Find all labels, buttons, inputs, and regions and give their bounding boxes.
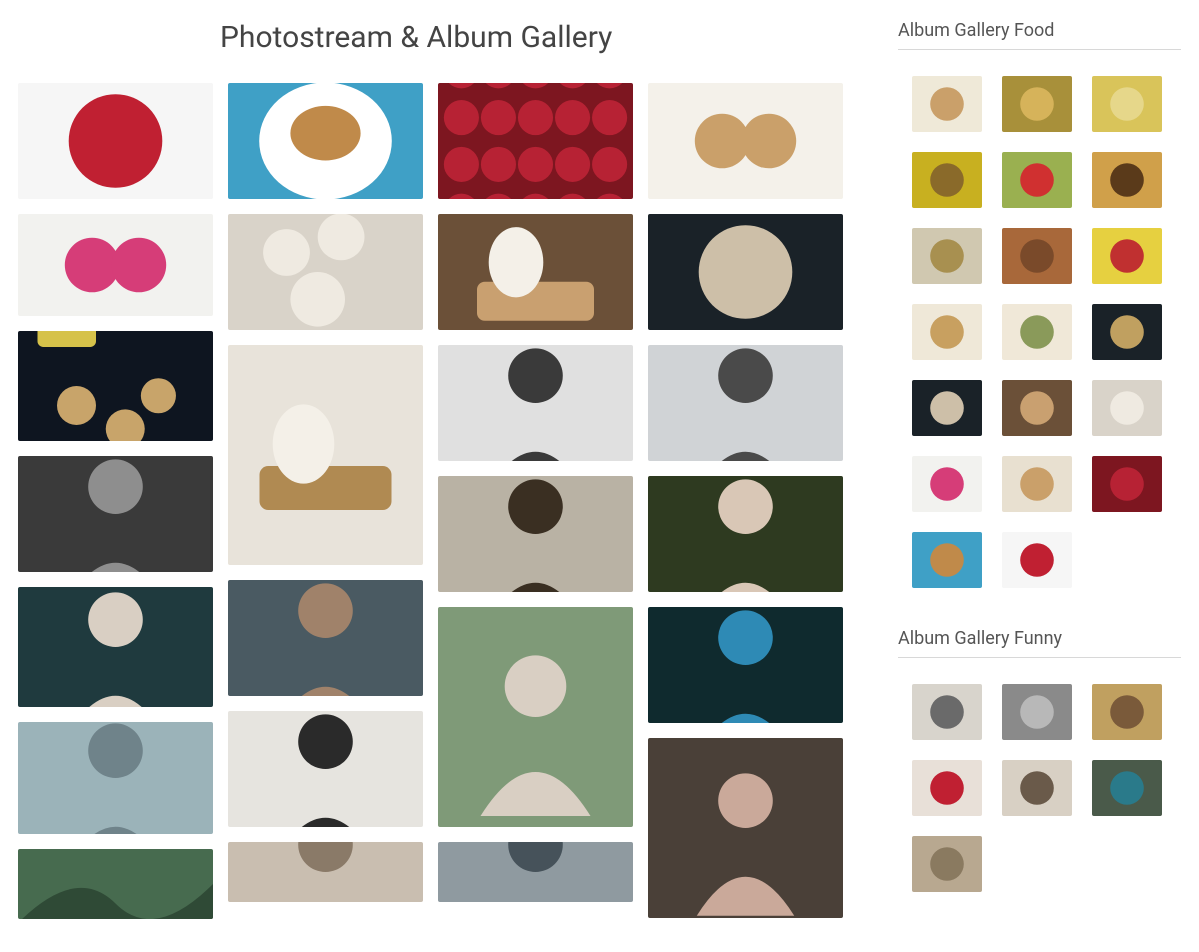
thumb-fence-kid[interactable]: [912, 836, 982, 892]
photo-blue-dress-foliage[interactable]: [648, 607, 843, 723]
photo-girl-scarf[interactable]: [438, 842, 633, 902]
thumb-jar-cookies[interactable]: [912, 304, 982, 360]
side-title: Album Gallery Funny: [898, 628, 1181, 649]
thumb-tart[interactable]: [1002, 532, 1072, 588]
photo-dessert-dark[interactable]: [648, 214, 843, 330]
thumb-donuts[interactable]: [912, 152, 982, 208]
thumb-cake-honey[interactable]: [1092, 152, 1162, 208]
thumb-girl-look[interactable]: [1002, 760, 1072, 816]
thumb-red-suit[interactable]: [912, 760, 982, 816]
thumb-dragonfruit[interactable]: [912, 456, 982, 512]
thumb-porta-potties[interactable]: [1092, 760, 1162, 816]
photostream-grid: [18, 83, 848, 919]
photo-burger-plate[interactable]: [228, 83, 423, 199]
thumb-veggies[interactable]: [1002, 152, 1072, 208]
thumb-batch-cookies[interactable]: [1092, 304, 1162, 360]
divider: [898, 657, 1181, 658]
photo-field-blur[interactable]: [18, 849, 213, 919]
photo-girl-grass[interactable]: [648, 476, 843, 592]
divider: [898, 49, 1181, 50]
thumb-juices[interactable]: [1092, 76, 1162, 132]
photo-girl-back[interactable]: [228, 842, 423, 902]
thumb-kids-table[interactable]: [1092, 684, 1162, 740]
thumbnail-grid: [898, 684, 1181, 892]
photo-prayer-hat[interactable]: [438, 476, 633, 592]
photo-tart-berries[interactable]: [18, 83, 213, 199]
photo-dragonfruit-plate[interactable]: [18, 214, 213, 316]
main-column: Photostream & Album Gallery: [18, 20, 848, 919]
photo-gown-field[interactable]: [438, 607, 633, 827]
photo-girl-snow[interactable]: [228, 711, 423, 827]
thumb-fruit-cubes[interactable]: [1092, 228, 1162, 284]
photo-milk-bowl[interactable]: [228, 345, 423, 565]
thumb-strawberries[interactable]: [1092, 456, 1162, 512]
photo-bw-stripes-girl[interactable]: [438, 345, 633, 461]
thumb-board[interactable]: [1002, 228, 1072, 284]
photo-cookies-dark[interactable]: [18, 331, 213, 441]
photo-woman-water[interactable]: [18, 722, 213, 834]
photo-closeup-lips[interactable]: [648, 738, 843, 918]
photo-loaf-coffee[interactable]: [438, 214, 633, 330]
photo-tattoo-girl[interactable]: [18, 456, 213, 572]
photo-snow-hat-walk[interactable]: [648, 345, 843, 461]
thumb-couple-camera[interactable]: [912, 684, 982, 740]
photo-girl-dock[interactable]: [18, 587, 213, 707]
thumb-burger[interactable]: [912, 532, 982, 588]
thumb-cereal-bowl[interactable]: [1002, 304, 1072, 360]
thumb-cupcakes[interactable]: [1092, 380, 1162, 436]
thumb-soup[interactable]: [912, 228, 982, 284]
photo-girl-hat-field[interactable]: [228, 580, 423, 696]
side-section: Album Gallery Food: [898, 20, 1181, 588]
thumb-pancakes[interactable]: [1002, 76, 1072, 132]
side-section: Album Gallery Funny: [898, 628, 1181, 892]
photo-cupcakes[interactable]: [228, 214, 423, 330]
thumb-macarons[interactable]: [912, 76, 982, 132]
thumb-loaf[interactable]: [1002, 380, 1072, 436]
thumb-plate-cream[interactable]: [1002, 456, 1072, 512]
thumb-beard-smoke[interactable]: [1002, 684, 1072, 740]
side-title: Album Gallery Food: [898, 20, 1181, 41]
thumb-oat-dark[interactable]: [912, 380, 982, 436]
photo-macarons-plate[interactable]: [648, 83, 843, 199]
page-title: Photostream & Album Gallery: [220, 20, 848, 55]
sidebar: Album Gallery Food Album Gallery Funny: [898, 20, 1181, 932]
thumbnail-grid: [898, 76, 1181, 588]
photo-strawberries[interactable]: [438, 83, 633, 199]
